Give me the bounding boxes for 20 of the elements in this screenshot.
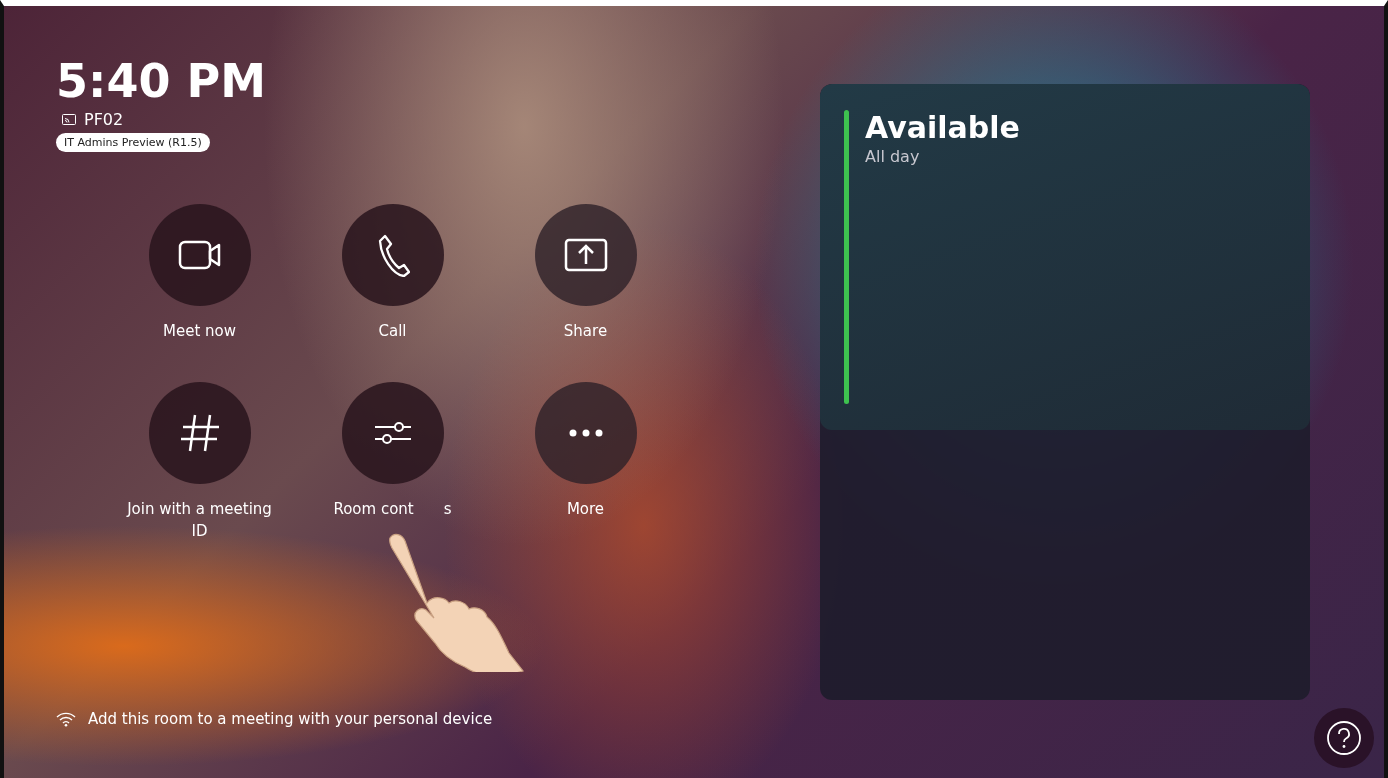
preview-badge: IT Admins Preview (R1.5) bbox=[56, 133, 210, 152]
cast-icon bbox=[62, 114, 76, 125]
action-label: Join with a meeting ID bbox=[125, 499, 273, 542]
proximity-join-text: Add this room to a meeting with your personal device bbox=[88, 710, 493, 728]
availability-status: Available bbox=[865, 110, 1020, 145]
availability-period: All day bbox=[865, 147, 921, 166]
clock-time: 5:40 PM bbox=[56, 54, 266, 108]
help-icon bbox=[1326, 720, 1362, 756]
action-label: Room cont bbox=[333, 499, 414, 520]
action-label: Share bbox=[563, 321, 608, 342]
more-icon bbox=[568, 429, 603, 437]
action-label: Call bbox=[378, 321, 407, 342]
room-name: PF02 bbox=[84, 110, 124, 129]
wireless-icon bbox=[56, 711, 76, 727]
video-camera-icon bbox=[177, 238, 222, 272]
action-label: s bbox=[443, 499, 452, 520]
action-label: Meet now bbox=[163, 321, 236, 342]
help-button[interactable] bbox=[1314, 708, 1374, 768]
share-screen-icon bbox=[563, 238, 608, 272]
action-label: More bbox=[566, 499, 605, 520]
